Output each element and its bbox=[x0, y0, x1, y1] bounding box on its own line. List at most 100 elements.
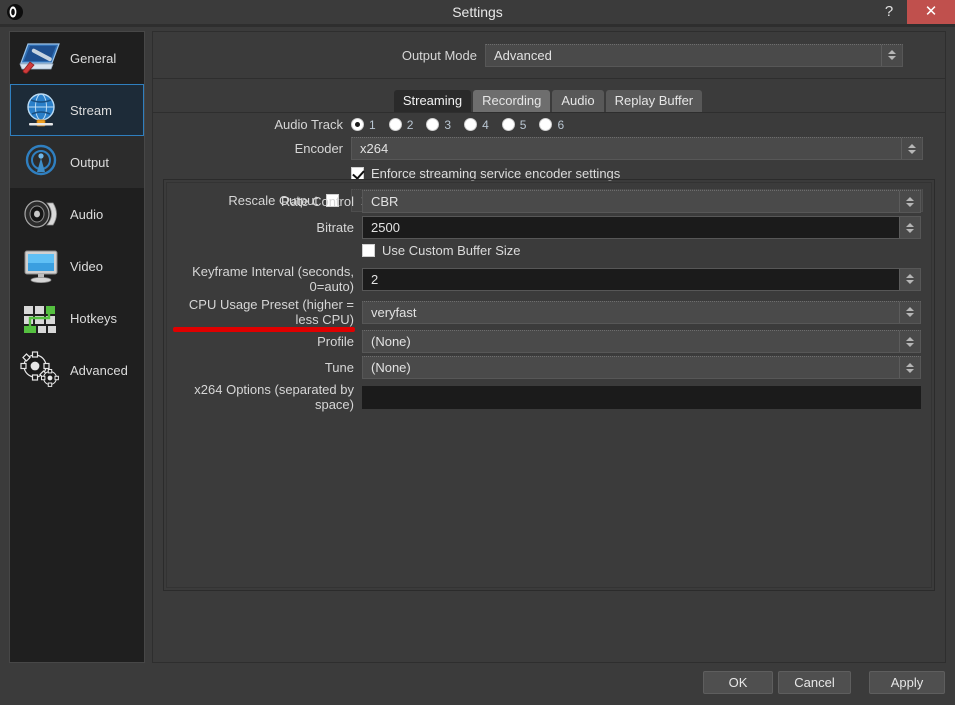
sidebar-item-hotkeys[interactable]: Hotkeys bbox=[10, 292, 144, 344]
cpu-preset-label: CPU Usage Preset (higher = less CPU) bbox=[188, 297, 354, 327]
window-title: Settings bbox=[452, 4, 503, 20]
settings-window: Settings ? ✕ General Stream Output Audio… bbox=[0, 0, 955, 705]
radio-icon[interactable] bbox=[426, 118, 440, 131]
cpu-preset-value: veryfast bbox=[371, 304, 417, 320]
profile-label: Profile bbox=[317, 334, 354, 349]
general-monitor-screwdriver-icon bbox=[18, 36, 64, 80]
cpu-preset-spinner-icon[interactable] bbox=[899, 301, 920, 323]
profile-select[interactable]: (None) bbox=[362, 330, 921, 353]
encoder-settings-form: Rate Control CBR Bitrate 2500 Use Custom… bbox=[164, 190, 936, 415]
audio-track-option-label: 2 bbox=[406, 117, 414, 132]
dialog-footer: OK Cancel Apply bbox=[0, 668, 955, 705]
hotkeys-keyboard-icon bbox=[18, 296, 64, 340]
encoder-row: Encoder x264 bbox=[153, 137, 945, 160]
audio-track-option-4[interactable]: 4 bbox=[464, 118, 489, 132]
checkbox-icon[interactable] bbox=[362, 244, 375, 257]
cpu-preset-row: CPU Usage Preset (higher = less CPU) ver… bbox=[164, 297, 936, 327]
audio-track-option-2[interactable]: 2 bbox=[388, 117, 414, 132]
sidebar-item-label: Hotkeys bbox=[70, 310, 117, 326]
keyframe-interval-value: 2 bbox=[371, 271, 379, 287]
audio-track-option-5[interactable]: 5 bbox=[501, 117, 527, 132]
sidebar-item-output[interactable]: Output bbox=[10, 136, 144, 188]
titlebar-divider bbox=[0, 24, 955, 27]
rate-control-label: Rate Control bbox=[281, 194, 354, 209]
keyframe-interval-input[interactable]: 2 bbox=[362, 267, 921, 291]
custom-buffer-row: Use Custom Buffer Size bbox=[164, 243, 936, 258]
tab-streaming[interactable]: Streaming bbox=[393, 90, 472, 112]
profile-spinner-icon[interactable] bbox=[899, 331, 920, 352]
audio-speaker-icon bbox=[18, 192, 64, 236]
x264-options-label: x264 Options (separated by space) bbox=[194, 382, 354, 412]
custom-buffer-checkbox-row[interactable]: Use Custom Buffer Size bbox=[362, 243, 520, 258]
audio-track-option-6[interactable]: 6 bbox=[539, 118, 564, 132]
tune-value: (None) bbox=[371, 360, 411, 375]
audio-track-label: Audio Track bbox=[274, 117, 343, 132]
radio-icon[interactable] bbox=[464, 118, 478, 131]
tune-spinner-icon[interactable] bbox=[899, 357, 920, 378]
rate-control-value: CBR bbox=[371, 194, 399, 209]
tune-select[interactable]: (None) bbox=[362, 356, 921, 379]
settings-main-panel: Output Mode Advanced Streaming Recording… bbox=[152, 31, 946, 663]
sidebar-item-label: General bbox=[70, 50, 117, 66]
tab-underline bbox=[153, 112, 945, 113]
encoder-value: x264 bbox=[360, 141, 389, 156]
encoder-label: Encoder bbox=[294, 141, 343, 156]
audio-track-row: Audio Track 1 2 3 4 5 6 bbox=[153, 117, 945, 132]
rate-control-select[interactable]: CBR bbox=[362, 190, 921, 213]
audio-track-option-label: 4 bbox=[482, 117, 489, 132]
settings-sidebar: General Stream Output Audio Video Hotkey… bbox=[9, 31, 145, 663]
sidebar-item-label: Stream bbox=[70, 102, 112, 118]
encoder-spinner-icon[interactable] bbox=[901, 138, 922, 159]
rate-control-row: Rate Control CBR bbox=[164, 190, 936, 213]
keyframe-interval-row: Keyframe Interval (seconds, 0=auto) 2 bbox=[164, 264, 936, 294]
encoder-select[interactable]: x264 bbox=[351, 137, 923, 160]
audio-track-option-label: 6 bbox=[557, 117, 565, 132]
video-monitor-icon bbox=[18, 244, 64, 288]
bitrate-row: Bitrate 2500 bbox=[164, 216, 936, 239]
help-icon[interactable]: ? bbox=[876, 0, 902, 24]
encoder-settings-group: Rate Control CBR Bitrate 2500 Use Custom… bbox=[163, 179, 935, 591]
bitrate-value: 2500 bbox=[371, 220, 400, 235]
radio-icon[interactable] bbox=[388, 118, 402, 131]
sidebar-item-advanced[interactable]: Advanced bbox=[10, 344, 144, 396]
audio-track-option-label: 5 bbox=[519, 117, 527, 132]
sidebar-item-label: Advanced bbox=[70, 362, 128, 378]
output-mode-spinner-icon[interactable] bbox=[881, 44, 902, 66]
keyframe-interval-label: Keyframe Interval (seconds, 0=auto) bbox=[192, 264, 354, 294]
output-mode-row: Output Mode Advanced bbox=[153, 32, 945, 79]
sidebar-item-label: Video bbox=[70, 258, 104, 274]
output-mode-select[interactable]: Advanced bbox=[485, 43, 903, 67]
x264-options-row: x264 Options (separated by space) bbox=[164, 382, 936, 412]
sidebar-item-audio[interactable]: Audio bbox=[10, 188, 144, 240]
keyframe-interval-spinner-icon[interactable] bbox=[899, 268, 920, 290]
radio-icon[interactable] bbox=[351, 118, 364, 131]
audio-track-radio-group: 1 2 3 4 5 6 bbox=[351, 118, 577, 132]
stream-globe-icon bbox=[18, 88, 64, 132]
apply-button[interactable]: Apply bbox=[869, 671, 945, 694]
sidebar-item-video[interactable]: Video bbox=[10, 240, 144, 292]
tab-audio[interactable]: Audio bbox=[552, 90, 604, 112]
audio-track-option-label: 3 bbox=[444, 117, 452, 132]
sidebar-item-stream[interactable]: Stream bbox=[10, 84, 144, 136]
sidebar-item-label: Audio bbox=[70, 206, 104, 222]
output-broadcast-icon bbox=[18, 140, 64, 184]
sidebar-item-general[interactable]: General bbox=[10, 32, 144, 84]
tab-replay-buffer[interactable]: Replay Buffer bbox=[605, 90, 703, 112]
output-mode-label: Output Mode bbox=[401, 47, 477, 63]
bitrate-spinner-icon[interactable] bbox=[899, 217, 920, 238]
tab-recording[interactable]: Recording bbox=[473, 90, 551, 112]
x264-options-input[interactable] bbox=[362, 385, 921, 409]
title-bar: Settings ? ✕ bbox=[0, 0, 955, 24]
rate-control-spinner-icon[interactable] bbox=[899, 191, 920, 212]
cancel-button[interactable]: Cancel bbox=[778, 671, 851, 694]
bitrate-input[interactable]: 2500 bbox=[362, 216, 921, 239]
audio-track-option-3[interactable]: 3 bbox=[426, 118, 451, 132]
close-icon[interactable]: ✕ bbox=[907, 0, 955, 24]
radio-icon[interactable] bbox=[501, 118, 515, 131]
radio-icon[interactable] bbox=[539, 118, 553, 131]
cpu-preset-select[interactable]: veryfast bbox=[362, 300, 921, 324]
profile-value: (None) bbox=[371, 334, 411, 349]
audio-track-option-1[interactable]: 1 bbox=[351, 118, 376, 132]
ok-button[interactable]: OK bbox=[703, 671, 773, 694]
custom-buffer-label: Use Custom Buffer Size bbox=[382, 243, 521, 258]
